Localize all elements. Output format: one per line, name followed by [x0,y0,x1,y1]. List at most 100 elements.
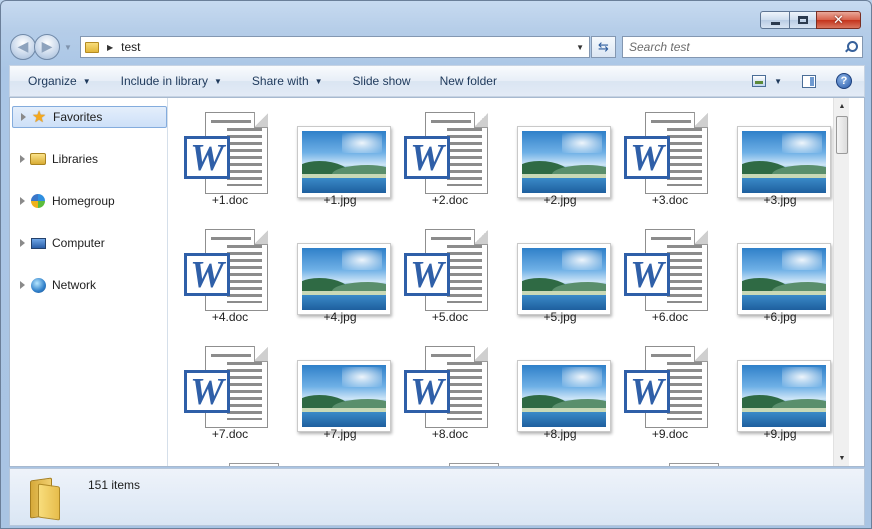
file-item[interactable]: W +3.doc [615,98,725,208]
chevron-down-icon: ▼ [314,76,323,86]
nav-item-label: Libraries [52,152,99,166]
file-item[interactable]: +1.jpg [285,98,395,208]
address-dropdown-icon[interactable]: ▼ [576,43,584,52]
explorer-window: ✕ ◀ ▶ ▼ ▶ test ▼ ⇆ Organize ▼ Include in … [0,0,872,529]
file-name: +8.jpg [543,427,577,441]
text-lines [667,128,702,186]
homegroup-icon [30,193,46,209]
close-button[interactable]: ✕ [816,11,861,29]
share-with-button[interactable]: Share with ▼ [252,74,323,88]
nav-item-computer[interactable]: Computer [12,232,167,254]
landscape-image [742,365,826,427]
file-item[interactable]: +7.jpg [285,332,395,442]
file-item[interactable]: +8.jpg [505,332,615,442]
page-fold [474,112,488,128]
recent-pages-dropdown-icon[interactable]: ▼ [64,43,72,52]
network-icon [30,277,46,293]
image-thumbnail [517,360,611,432]
item-count: 151 items [88,478,141,492]
expand-arrow-icon[interactable] [20,197,25,205]
page-fold [694,229,708,245]
text-lines [447,245,482,303]
search-icon[interactable] [844,41,858,53]
file-item[interactable]: +9.jpg [725,332,835,442]
search-input[interactable] [629,40,834,54]
search-box[interactable] [622,36,863,58]
organize-button[interactable]: Organize ▼ [28,74,91,88]
help-icon[interactable]: ? [836,73,852,89]
slide-show-button[interactable]: Slide show [353,74,411,88]
text-line [431,237,471,240]
forward-button[interactable]: ▶ [34,34,60,60]
image-thumbnail [737,360,831,432]
page-fold [254,229,268,245]
nav-item-network[interactable]: Network [12,274,167,296]
forward-arrow-icon: ▶ [41,39,53,55]
text-lines [667,362,702,420]
file-name: +7.jpg [323,427,357,441]
chevron-down-icon: ▼ [214,76,222,86]
nav-item-label: Computer [52,236,105,250]
landscape-image [742,248,826,310]
expand-arrow-icon[interactable] [20,281,25,289]
new-folder-button[interactable]: New folder [440,74,497,88]
address-bar[interactable]: ▶ test ▼ [80,36,590,58]
breadcrumb-test[interactable]: test [121,40,140,54]
details-pane: 151 items [9,468,865,526]
word-document-icon: W [404,370,450,413]
file-name: +4.jpg [323,310,357,324]
change-view-icon[interactable] [752,75,767,87]
scroll-up-icon[interactable]: ▲ [834,98,849,114]
file-item[interactable]: W +6.doc [615,215,725,325]
history-buttons: ◀ ▶ ▼ [10,34,72,60]
view-options-dropdown-icon[interactable]: ▼ [774,77,782,86]
partial-file-icon[interactable] [449,463,499,466]
text-lines [227,128,262,186]
expand-arrow-icon[interactable] [20,239,25,247]
nav-item-libraries[interactable]: Libraries [12,148,167,170]
file-item[interactable]: W +2.doc [395,98,505,208]
nav-item-homegroup[interactable]: Homegroup [12,190,167,212]
partial-file-icon[interactable] [669,463,719,466]
nav-item-label: Homegroup [52,194,115,208]
file-item[interactable]: +4.jpg [285,215,395,325]
libraries-icon [30,151,46,167]
file-name: +1.doc [211,193,249,207]
scroll-down-icon[interactable]: ▼ [834,450,849,466]
vertical-scrollbar[interactable]: ▲ ▼ [833,98,849,466]
breadcrumb-separator-icon[interactable]: ▶ [107,43,113,52]
minimize-button[interactable] [760,11,789,29]
organize-label: Organize [28,74,77,88]
preview-pane-icon[interactable] [802,74,816,88]
slide-show-label: Slide show [352,74,411,88]
file-item[interactable]: W +1.doc [175,98,285,208]
back-button[interactable]: ◀ [10,34,36,60]
chevron-down-icon: ▼ [82,76,91,86]
text-line [431,354,471,357]
file-name: +9.jpg [763,427,797,441]
landscape-image [522,131,606,193]
folder-icon [30,475,60,521]
file-item[interactable]: +5.jpg [505,215,615,325]
file-item[interactable]: W +7.doc [175,332,285,442]
file-item[interactable]: W +4.doc [175,215,285,325]
file-item[interactable]: +3.jpg [725,98,835,208]
image-thumbnail [297,126,391,198]
nav-item-favorites[interactable]: ★ Favorites [12,106,167,128]
scrollbar-thumb[interactable] [836,116,848,154]
include-in-library-button[interactable]: Include in library ▼ [121,74,222,88]
refresh-button[interactable]: ⇆ [591,36,616,58]
file-item[interactable]: W +5.doc [395,215,505,325]
expand-arrow-icon[interactable] [20,155,25,163]
file-item[interactable]: +6.jpg [725,215,835,325]
file-name: +2.doc [431,193,469,207]
landscape-image [522,248,606,310]
file-item[interactable]: W +8.doc [395,332,505,442]
expand-arrow-icon[interactable] [21,113,26,121]
maximize-button[interactable] [789,11,816,29]
partial-file-icon[interactable] [229,463,279,466]
share-with-label: Share with [251,74,309,88]
file-item[interactable]: +2.jpg [505,98,615,208]
file-item[interactable]: W +9.doc [615,332,725,442]
file-name: +6.doc [651,310,689,324]
